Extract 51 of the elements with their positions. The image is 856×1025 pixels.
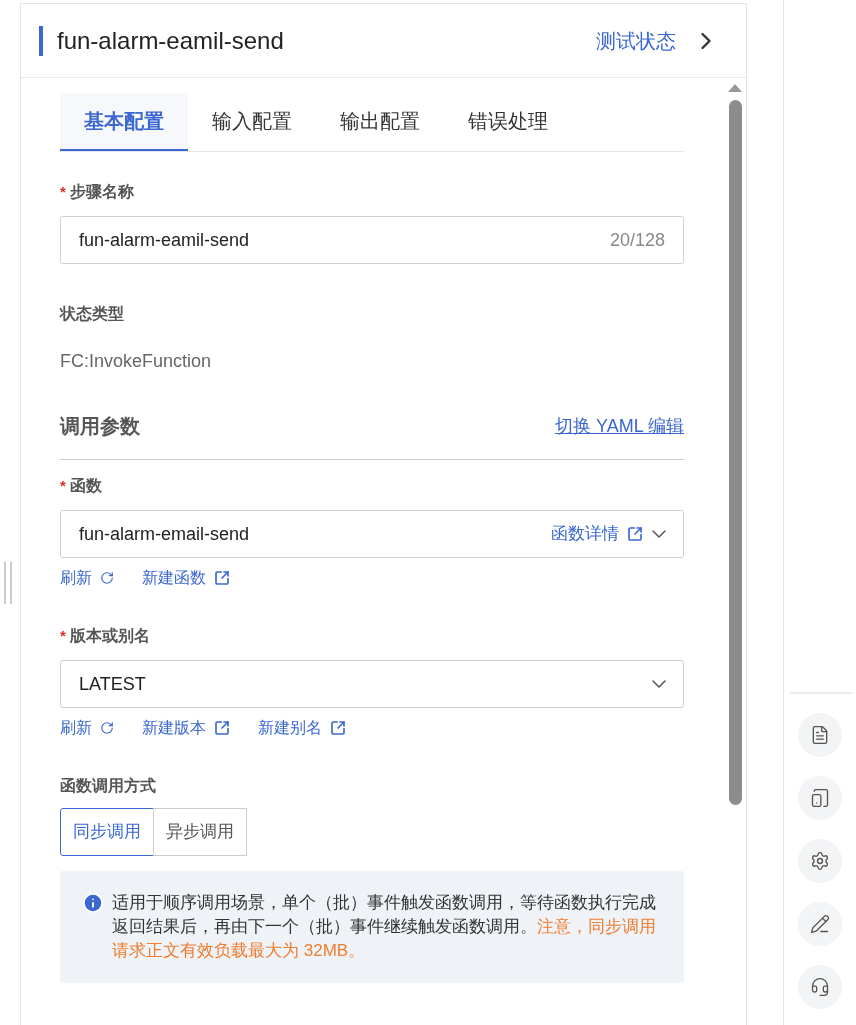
- state-type-value: FC:InvokeFunction: [60, 350, 213, 373]
- edit-icon: [810, 914, 830, 934]
- field-label: 版本或别名: [69, 626, 150, 646]
- tab[interactable]: 错误处理: [444, 93, 572, 151]
- mode-option[interactable]: 异步调用: [153, 808, 247, 856]
- step-name-field[interactable]: fun-alarm-eamil-send 20/128: [60, 216, 684, 264]
- action-link[interactable]: 新建函数: [142, 566, 230, 590]
- external-link-icon: [627, 526, 643, 542]
- info-icon: [82, 892, 104, 914]
- action-link[interactable]: 刷新: [60, 566, 114, 590]
- scrollbar-thumb[interactable]: [728, 100, 742, 805]
- tab[interactable]: 基本配置: [60, 93, 188, 151]
- panel-title: fun-alarm-eamil-send: [57, 25, 285, 56]
- test-state-link[interactable]: 测试状态: [596, 25, 676, 56]
- tool-button[interactable]: [798, 776, 842, 820]
- field-label: 函数: [69, 476, 102, 496]
- field-label: 状态类型: [60, 305, 124, 322]
- refresh-icon: [100, 571, 114, 585]
- tool-button[interactable]: [798, 965, 842, 1009]
- tool-button[interactable]: [798, 713, 842, 757]
- headset-icon: [810, 977, 830, 997]
- external-link-icon: [330, 720, 346, 736]
- external-link-icon: [214, 720, 230, 736]
- yaml-edit-link[interactable]: 切换 YAML 编辑: [555, 412, 684, 440]
- action-link[interactable]: 刷新: [60, 716, 114, 740]
- action-link[interactable]: 新建别名: [258, 716, 346, 740]
- mode-option[interactable]: 同步调用: [60, 808, 154, 856]
- required-mark: *: [60, 625, 66, 646]
- title-accent: [39, 25, 43, 56]
- action-link[interactable]: 新建版本: [142, 716, 230, 740]
- required-mark: *: [60, 475, 66, 496]
- settings-icon: [810, 851, 830, 871]
- field-label: 步骤名称: [69, 182, 134, 202]
- resize-handle[interactable]: [4, 561, 12, 604]
- tablet-icon: [810, 788, 830, 808]
- tool-button[interactable]: [798, 839, 842, 883]
- tab[interactable]: 输出配置: [316, 93, 444, 151]
- scroll-up-icon[interactable]: [728, 84, 742, 92]
- char-count: 20/128: [609, 228, 665, 252]
- function-detail-link[interactable]: 函数详情: [551, 521, 643, 547]
- tab[interactable]: 输入配置: [188, 93, 316, 151]
- field-label: 函数调用方式: [60, 777, 156, 794]
- tool-button[interactable]: [798, 902, 842, 946]
- notice-text: 适用于顺序调用场景，单个（批）事件触发函数调用，等待函数执行完成返回结果后，再由下一个（批）事件继续触发函数调用。注意，同步调用请求正文有效负载最大为 32MB。: [112, 892, 656, 962]
- function-select[interactable]: fun-alarm-email-send 函数详情: [60, 510, 684, 558]
- external-link-icon: [214, 570, 230, 586]
- required-mark: *: [60, 181, 66, 202]
- section-title: 调用参数: [60, 414, 140, 439]
- refresh-icon: [100, 721, 114, 735]
- version-select[interactable]: LATEST: [60, 660, 684, 708]
- document-icon: [810, 725, 830, 745]
